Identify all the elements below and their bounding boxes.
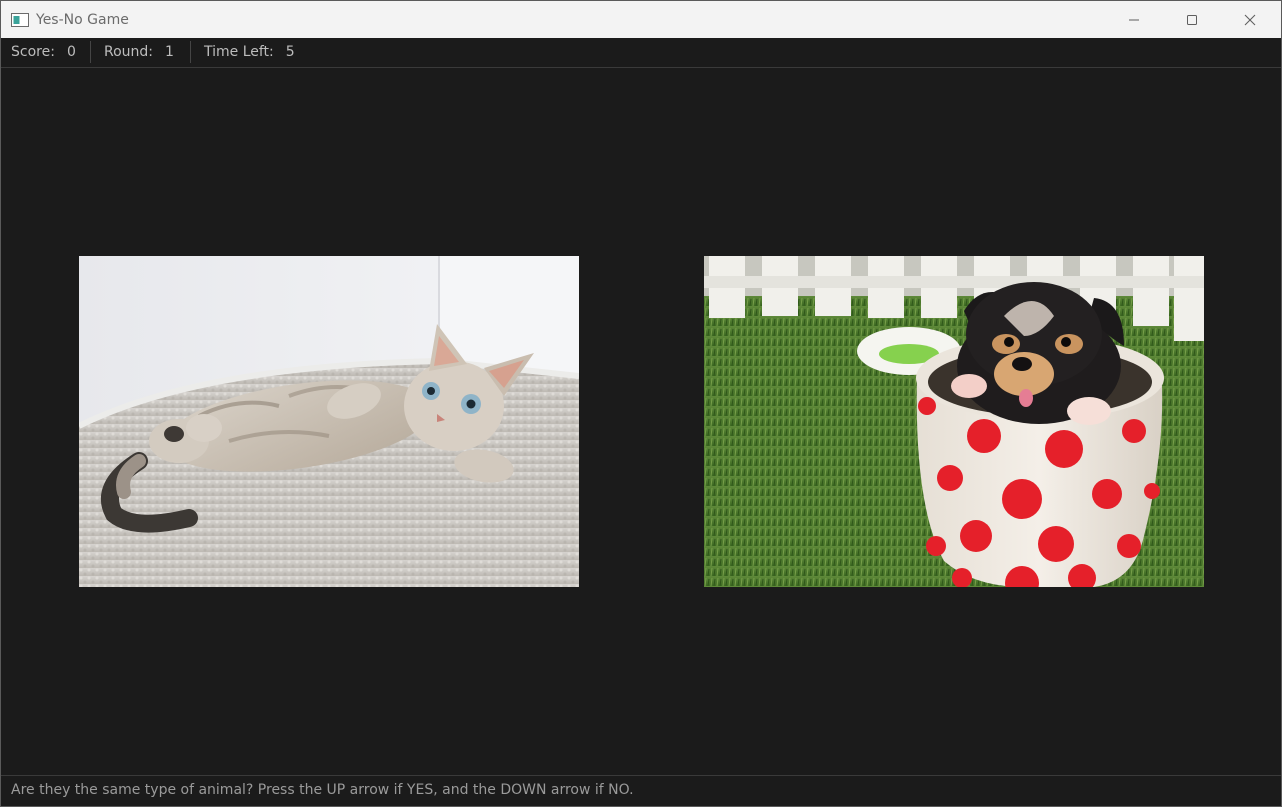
round-value: 1 bbox=[165, 44, 174, 60]
maximize-icon bbox=[1187, 14, 1197, 25]
status-bar: Score: 0 Round: 1 Time Left: 5 bbox=[1, 38, 1281, 68]
score-label: Score: bbox=[11, 44, 55, 60]
maximize-button[interactable] bbox=[1163, 1, 1221, 38]
status-divider bbox=[190, 41, 191, 63]
game-window: Yes-No Game Score: 0 Round: 1 Time Left:… bbox=[0, 0, 1282, 807]
title-bar[interactable]: Yes-No Game bbox=[1, 1, 1281, 38]
dog-photo-icon bbox=[704, 256, 1204, 587]
round-stat: Round: 1 bbox=[104, 43, 174, 61]
window-title: Yes-No Game bbox=[36, 12, 129, 28]
time-left-value: 5 bbox=[285, 44, 295, 60]
score-stat: Score: 0 bbox=[11, 43, 76, 61]
cat-photo-icon bbox=[79, 256, 579, 587]
round-label: Round: bbox=[104, 44, 154, 60]
time-left-label: Time Left: bbox=[204, 44, 274, 60]
close-button[interactable] bbox=[1221, 1, 1279, 38]
instructions-bar: Are they the same type of animal? Press … bbox=[1, 775, 1281, 806]
instructions-text: Are they the same type of animal? Press … bbox=[11, 782, 634, 798]
app-icon bbox=[11, 12, 29, 27]
minimize-button[interactable] bbox=[1105, 1, 1163, 38]
close-icon bbox=[1244, 14, 1256, 25]
right-animal-image bbox=[704, 256, 1204, 587]
score-value: 0 bbox=[66, 44, 76, 60]
status-divider bbox=[90, 41, 91, 63]
minimize-icon bbox=[1129, 19, 1139, 20]
time-left-stat: Time Left: 5 bbox=[204, 43, 295, 61]
left-animal-image bbox=[79, 256, 579, 587]
